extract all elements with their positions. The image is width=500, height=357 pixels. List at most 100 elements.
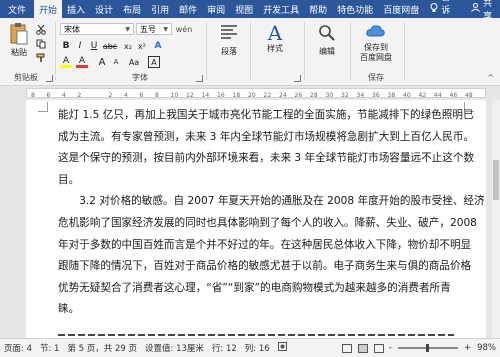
ruler-tick-label: 4	[62, 92, 66, 99]
tab-baidu-netdisk[interactable]: 百度网盘	[378, 0, 424, 18]
tab-home[interactable]: 开始	[34, 0, 63, 18]
document-line: 能灯 1.5 亿只，再加上我国关于城市亮化节能工程的全面实施，节能减排下的绿色照…	[58, 109, 474, 121]
status-right: - + 98%	[339, 343, 500, 353]
status-column[interactable]: 列: 16	[241, 342, 274, 354]
document-line: 成为主流。有专家曾预测，未来 3 年内全球节能灯市场规模将急剧扩大到上百亿人民币…	[58, 130, 475, 143]
zoom-in-button[interactable]: +	[462, 343, 473, 353]
subscript-icon[interactable]: x₂	[122, 40, 134, 52]
web-layout-icon[interactable]	[373, 343, 384, 353]
save-group-label: 保存	[368, 73, 384, 82]
bold-button[interactable]: B	[60, 40, 72, 52]
save-baidu-label-1: 保存到	[364, 43, 388, 52]
change-case-icon[interactable]: Aa	[128, 56, 140, 68]
magnifier-icon	[316, 22, 338, 47]
chevron-down-icon: ▼	[125, 25, 130, 33]
ruler-bar[interactable]: 8 6 4 2 2 4 6 8 10 12 14 16 18 20 22 24 26 28 30 32 34 36 38 40…	[26, 88, 486, 99]
collapse-ribbon-icon[interactable]: ^	[487, 73, 494, 82]
ruler-tick-label: 10	[170, 92, 179, 99]
tab-references[interactable]: 引用	[146, 0, 174, 18]
document-line: 年对于多数的中国百姓而言是个并不好过的年。在这种居民总体收入下降，物价却不明显	[58, 238, 472, 251]
text-effects-button[interactable]: A	[152, 40, 164, 52]
styles-dialog-launcher-icon[interactable]	[294, 75, 301, 82]
read-mode-icon[interactable]	[341, 343, 352, 353]
superscript-icon[interactable]: x²	[136, 40, 148, 52]
status-position[interactable]: 设置值: 13厘米	[141, 342, 208, 354]
tab-developer[interactable]: 开发工具	[258, 0, 304, 18]
grow-font-button[interactable]: A	[96, 56, 108, 68]
highlight-color-button[interactable]: A	[60, 56, 72, 68]
document-area: 能灯 1.5 亿只，再加上我国关于城市亮化节能工程的全面实施，节能减排下的绿色照…	[0, 100, 500, 338]
strikethrough-icon[interactable]: abc	[103, 40, 117, 52]
divider	[250, 22, 251, 80]
cut-icon[interactable]	[34, 24, 48, 36]
shrink-font-button[interactable]: A	[110, 56, 122, 68]
styles-label: 样式	[267, 44, 283, 53]
document-line: 优势无疑契合了消费者这心理，“省”“到家”的电商购物模式为越来越多的消费者所青	[58, 281, 451, 294]
paragraph-label: 段落	[221, 47, 237, 56]
status-row[interactable]: 行: 12	[208, 342, 241, 354]
font-dialog-launcher-icon[interactable]	[196, 75, 203, 82]
font-color-button[interactable]: A	[76, 56, 88, 68]
ribbon-home: 粘贴 剪贴板 宋体 ▼ 五号 ▼ wén B I U abc x₂ x² A A…	[0, 18, 500, 86]
lightbulb-icon	[430, 2, 438, 16]
tab-review[interactable]: 审阅	[202, 0, 230, 18]
editing-button[interactable]: 编辑	[310, 22, 344, 57]
underline-button[interactable]: U	[88, 40, 100, 52]
paragraph-icon	[218, 22, 240, 47]
document-line: 睐。	[58, 303, 80, 316]
font-size-value: 五号	[140, 24, 156, 34]
italic-button[interactable]: I	[74, 40, 86, 52]
divider	[304, 22, 305, 80]
format-painter-icon[interactable]	[34, 52, 48, 64]
wen-phonetic-button[interactable]: wén	[176, 23, 193, 35]
zoom-slider[interactable]	[397, 344, 458, 352]
font-name-select[interactable]: 宋体 ▼	[60, 23, 134, 35]
document-page[interactable]: 能灯 1.5 亿只，再加上我国关于城市亮化节能工程的全面实施，节能减排下的绿色照…	[26, 100, 486, 338]
ruler: 8 6 4 2 2 4 6 8 10 12 14 16 18 20 22 24 26 28 30 32 34 36 38 40…	[0, 86, 500, 100]
tab-special-features[interactable]: 特色功能	[332, 0, 378, 18]
font-size-select[interactable]: 五号 ▼	[136, 23, 172, 35]
paragraph-button[interactable]: 段落	[212, 22, 246, 57]
ruler-tick-label: 14	[201, 92, 210, 99]
print-layout-icon[interactable]	[357, 343, 368, 353]
macro-record-icon[interactable]	[274, 342, 291, 354]
page-top-clipped-line	[58, 100, 454, 101]
tab-file[interactable]: 文件	[0, 0, 34, 18]
tell-me-box[interactable]: 告诉我	[424, 0, 465, 29]
margin-mark-left	[38, 102, 48, 112]
status-page[interactable]: 页面: 4	[0, 342, 36, 354]
copy-icon[interactable]	[34, 38, 48, 50]
status-section[interactable]: 节: 1	[36, 342, 63, 354]
vertical-scrollbar[interactable]	[492, 100, 500, 338]
ruler-tick-label: 28	[310, 92, 318, 99]
tab-view[interactable]: 视图	[230, 0, 258, 18]
tab-help[interactable]: 帮助	[304, 0, 332, 18]
share-button[interactable]: 共享	[465, 0, 500, 22]
styles-button[interactable]: A 样式	[258, 22, 292, 54]
ruler-tick-label: 6	[139, 92, 144, 99]
divider	[404, 22, 405, 80]
paste-label: 粘贴	[11, 48, 27, 57]
tab-design[interactable]: 设计	[90, 0, 118, 18]
zoom-out-button[interactable]: -	[387, 343, 394, 353]
zoom-slider-knob[interactable]	[425, 344, 429, 352]
char-border-icon[interactable]: A	[148, 56, 160, 68]
ruler-tick-label: 6	[46, 92, 51, 99]
clipboard-dialog-launcher-icon[interactable]	[46, 75, 53, 82]
tab-layout[interactable]: 布局	[118, 0, 146, 18]
styles-icon: A	[267, 21, 283, 45]
tab-insert[interactable]: 插入	[62, 0, 90, 18]
zoom-level[interactable]: 98%	[473, 343, 500, 353]
ruler-tick-label: 34	[356, 92, 365, 99]
paste-button[interactable]: 粘贴	[4, 22, 34, 66]
divider	[55, 22, 56, 80]
ruler-tick-label: 24	[279, 92, 287, 99]
tab-mailings[interactable]: 邮件	[174, 0, 202, 18]
scrollbar-thumb[interactable]	[493, 160, 499, 200]
document-line: 危机影响了国家经济发展的同时也具体影响到了每个人的收入。降薪、失业、破产，200…	[58, 216, 477, 229]
status-page-of[interactable]: 第 5 页，共 29 页	[63, 342, 141, 354]
save-to-baidu-button[interactable]: 保存到 百度网盘	[352, 22, 400, 63]
cloud-icon	[365, 22, 387, 43]
divider	[350, 22, 351, 80]
document-line: 跟随下降的情况下，百姓对于商品价格的敏感尤甚于以前。电子商务生来与俱的商品价格	[58, 260, 472, 273]
